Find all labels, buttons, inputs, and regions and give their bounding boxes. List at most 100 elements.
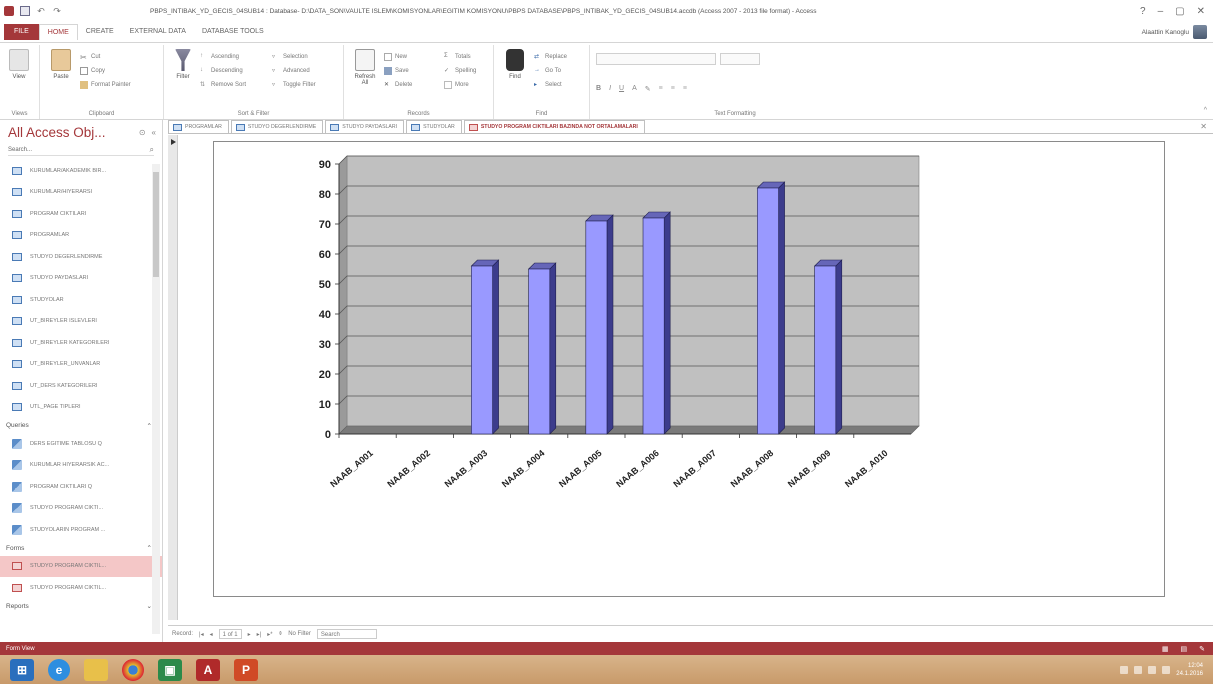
filter-status[interactable]: No Filter [288, 631, 311, 637]
align-right-icon[interactable]: ≡ [683, 85, 687, 93]
tab-file[interactable]: FILE [4, 24, 39, 40]
nav-item[interactable]: STUDYO PROGRAM CIKTIL... [0, 577, 162, 599]
save-icon[interactable] [20, 6, 30, 16]
font-color-icon[interactable]: A [632, 85, 637, 93]
nav-item[interactable]: KURUMLAR HIYERARSIK AC... [0, 455, 162, 477]
maximize-button[interactable]: ▢ [1175, 6, 1184, 17]
nav-item[interactable]: UT_BIREYLER_UNVANLAR [0, 354, 162, 376]
queries-section-header[interactable]: Queries ⌃ [0, 418, 162, 433]
close-button[interactable]: ✕ [1197, 6, 1205, 17]
language-icon[interactable] [1162, 665, 1171, 674]
form-view-icon[interactable]: ▦ [1162, 645, 1169, 653]
align-center-icon[interactable]: ≡ [671, 85, 675, 93]
nav-item[interactable]: KURUMLAR/HIYERARSI [0, 182, 162, 204]
nav-menu-chevron-icon[interactable]: ⊙ [139, 128, 146, 137]
document-tab[interactable]: STUDYO DEGERLENDIRME [230, 120, 324, 133]
layout-view-icon[interactable]: ▤ [1181, 645, 1188, 653]
shutter-bar-close-icon[interactable]: « [152, 128, 156, 137]
redo-icon[interactable]: ↷ [52, 6, 62, 16]
find-button[interactable]: Find [502, 49, 528, 80]
descending-button[interactable]: ↓ Descending [200, 65, 243, 76]
reports-section-header[interactable]: Reports ⌄ [0, 599, 162, 614]
align-left-icon[interactable]: ≡ [659, 85, 663, 93]
powerpoint-icon[interactable]: P [234, 658, 258, 681]
nav-item[interactable]: STUDYOLARIN PROGRAM ... [0, 519, 162, 541]
collapse-ribbon-icon[interactable]: ^ [1204, 107, 1207, 114]
help-button[interactable]: ? [1140, 6, 1146, 17]
new-record-button[interactable]: New [384, 51, 407, 62]
nav-item[interactable]: DERS EGITIME TABLOSU Q [0, 433, 162, 455]
tab-create[interactable]: CREATE [78, 24, 122, 40]
format-painter-button[interactable]: Format Painter [80, 79, 131, 90]
refresh-all-button[interactable]: Refresh All [352, 49, 378, 86]
highlight-icon[interactable]: ✎ [645, 85, 651, 93]
document-tab[interactable]: PROGRAMLAR [168, 120, 229, 133]
access-app-icon[interactable] [4, 6, 14, 16]
new-record-nav-button[interactable]: ▸* [267, 631, 272, 638]
start-button-icon[interactable]: ⊞ [10, 658, 34, 681]
nav-item[interactable]: STUDYOLAR [0, 289, 162, 311]
copy-button[interactable]: Copy [80, 65, 105, 76]
excel-icon[interactable]: ▣ [158, 658, 182, 681]
undo-icon[interactable]: ↶ [36, 6, 46, 16]
cut-button[interactable]: ✂ Cut [80, 51, 100, 62]
nav-pane-header[interactable]: All Access Obj... ⊙ « [0, 120, 162, 144]
last-record-button[interactable]: ▸| [257, 631, 262, 638]
tab-external-data[interactable]: EXTERNAL DATA [122, 24, 194, 40]
advanced-button[interactable]: ▿ Advanced [272, 65, 310, 76]
nav-item[interactable]: PROGRAM CIKTILARI Q [0, 476, 162, 498]
document-tab[interactable]: STUDYO PAYDASLARI [325, 120, 405, 133]
nav-item[interactable]: STUDYO PAYDASLARI [0, 268, 162, 290]
nav-item[interactable]: PROGRAM CIKTILARI [0, 203, 162, 225]
delete-record-button[interactable]: ✕ Delete [384, 79, 412, 90]
clock[interactable]: 12:04 24.1.2016 [1176, 662, 1203, 678]
paste-button[interactable]: Paste [48, 49, 74, 80]
file-explorer-icon[interactable] [84, 658, 108, 681]
network-icon[interactable] [1134, 665, 1143, 674]
nav-scrollbar-thumb[interactable] [153, 172, 159, 277]
nav-item[interactable]: UT_BIREYLER ISLEVLERI [0, 311, 162, 333]
close-document-icon[interactable]: ✕ [1200, 122, 1207, 131]
more-button[interactable]: More [444, 79, 469, 90]
font-name-dropdown[interactable] [596, 53, 716, 65]
spelling-button[interactable]: ✓ Spelling [444, 65, 476, 76]
ascending-button[interactable]: ↑ Ascending [200, 51, 239, 62]
record-search-input[interactable]: Search [316, 629, 377, 639]
design-view-icon[interactable]: ✎ [1199, 645, 1205, 653]
chrome-icon[interactable] [122, 658, 144, 681]
minimize-button[interactable]: – [1158, 6, 1164, 17]
italic-button[interactable]: I [609, 85, 611, 93]
goto-button[interactable]: → Go To [534, 65, 561, 76]
replace-button[interactable]: ⇄ Replace [534, 51, 567, 62]
font-size-dropdown[interactable] [720, 53, 760, 65]
nav-item[interactable]: STUDYO PROGRAM CIKTIL... [0, 555, 162, 577]
current-record-field[interactable]: 1 of 1 [218, 629, 242, 639]
volume-icon[interactable] [1148, 665, 1157, 674]
nav-item[interactable]: PROGRAMLAR [0, 225, 162, 247]
user-account[interactable]: Alaattin Kanoglu [1142, 25, 1207, 39]
next-record-button[interactable]: ▸ [248, 631, 251, 638]
view-button[interactable]: View [6, 49, 32, 80]
first-record-button[interactable]: |◂ [199, 631, 204, 638]
selection-button[interactable]: ▿ Selection [272, 51, 308, 62]
tray-arrow-icon[interactable] [1120, 665, 1129, 674]
nav-item[interactable]: KURUMLAR/AKADEMIK BIR... [0, 160, 162, 182]
bold-button[interactable]: B [596, 85, 601, 93]
filter-button[interactable]: Filter [170, 49, 196, 80]
nav-item[interactable]: UT_BIREYLER KATEGORILERI [0, 332, 162, 354]
save-record-button[interactable]: Save [384, 65, 409, 76]
select-button[interactable]: ▸ Select [534, 79, 562, 90]
access-icon[interactable]: A [196, 658, 220, 681]
forms-section-header[interactable]: Forms ⌃ [0, 541, 162, 556]
internet-explorer-icon[interactable]: e [48, 658, 70, 681]
underline-button[interactable]: U [619, 85, 624, 93]
nav-item[interactable]: UT_DERS KATEGORILERI [0, 375, 162, 397]
document-tab[interactable]: STUDYO PROGRAM CIKTILARI BAZINDA NOT ORT… [463, 120, 645, 133]
document-tab[interactable]: STUDYOLAR [406, 120, 462, 133]
remove-sort-button[interactable]: ⇅ Remove Sort [200, 79, 246, 90]
nav-item[interactable]: UTL_PAGE TIPLERI [0, 397, 162, 419]
tab-home[interactable]: HOME [38, 24, 78, 40]
toggle-filter-button[interactable]: ▿ Toggle Filter [272, 79, 316, 90]
nav-item[interactable]: STUDYO PROGRAM CIKTI... [0, 498, 162, 520]
chart-frame[interactable]: 0 10 20 30 40 50 60 70 80 90 NAAB_A001 NAAB_A002 NAA… [213, 141, 1165, 597]
